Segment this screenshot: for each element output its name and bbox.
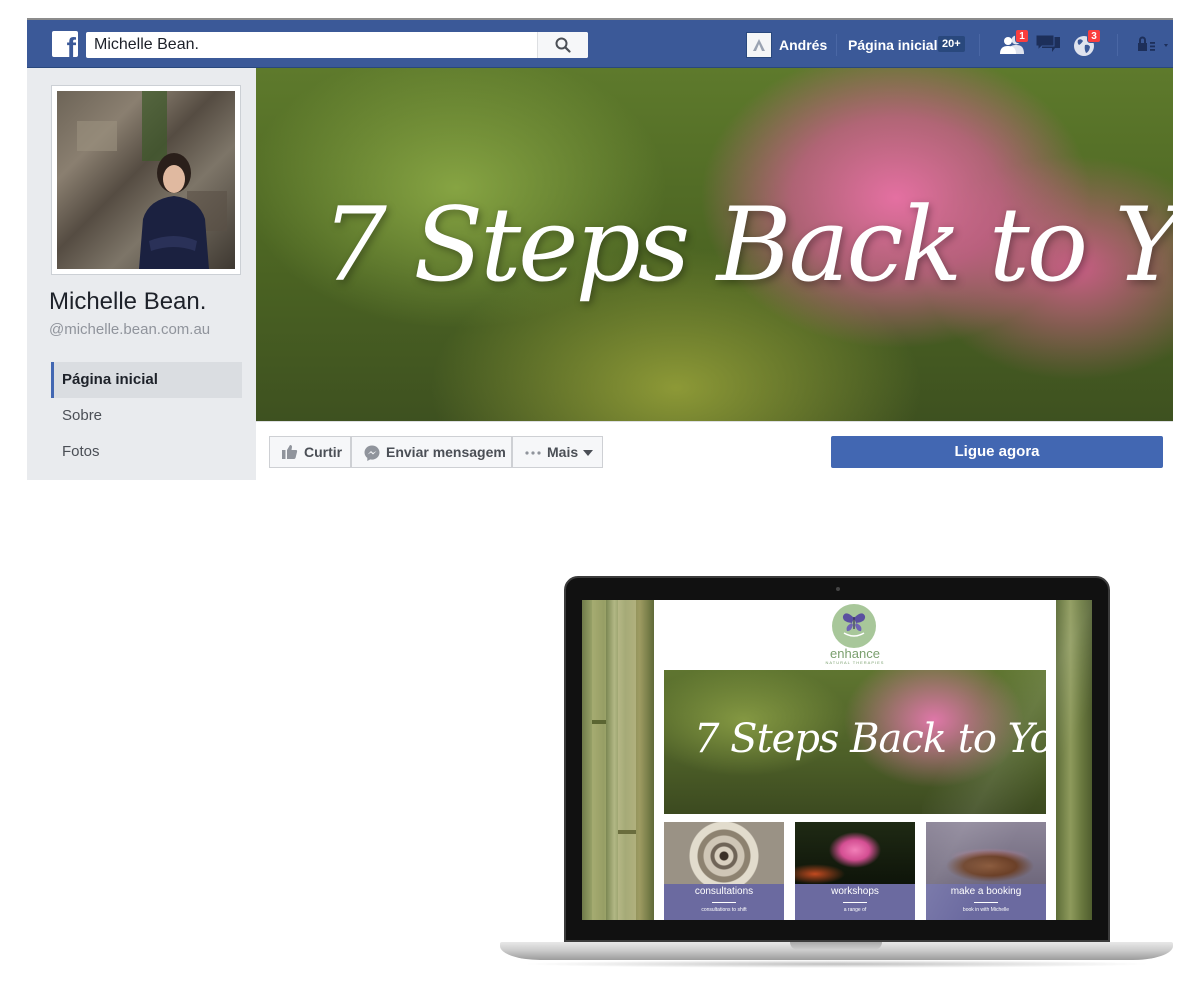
cover-photo[interactable]: 7 Steps Back to You bbox=[256, 68, 1173, 421]
website-card-make-a-booking[interactable]: make a booking book in with Michelle bbox=[926, 822, 1046, 920]
more-label: Mais bbox=[547, 444, 579, 460]
search-button[interactable] bbox=[537, 32, 588, 58]
camera-icon bbox=[836, 587, 840, 591]
butterfly-icon bbox=[842, 613, 866, 637]
more-dots-icon bbox=[525, 451, 541, 455]
home-link[interactable]: Página inicial bbox=[848, 37, 937, 53]
website-brand-tagline: NATURAL THERAPIES bbox=[825, 660, 885, 665]
notifications-badge: 3 bbox=[1087, 29, 1101, 43]
laptop-shadow bbox=[520, 960, 1153, 968]
friend-requests-badge: 1 bbox=[1015, 29, 1029, 43]
bamboo-background-right bbox=[1056, 600, 1092, 920]
home-count-badge: 20+ bbox=[938, 36, 965, 52]
person-photo-icon bbox=[77, 91, 227, 269]
like-label: Curtir bbox=[304, 444, 343, 460]
more-button[interactable]: Mais bbox=[512, 436, 603, 468]
laptop-screen: enhance NATURAL THERAPIES 7 Steps Back t… bbox=[582, 600, 1092, 920]
divider bbox=[979, 34, 980, 56]
laptop-base bbox=[500, 942, 1173, 960]
divider bbox=[1117, 34, 1118, 56]
divider bbox=[712, 902, 736, 903]
card-title: workshops bbox=[831, 886, 879, 897]
laptop-notch bbox=[790, 942, 882, 950]
website-hero-banner: 7 Steps Back to You bbox=[664, 670, 1046, 814]
card-title: make a booking bbox=[950, 886, 1022, 897]
search-box bbox=[86, 32, 588, 58]
left-sidebar: Michelle Bean. @michelle.bean.com.au Pág… bbox=[27, 68, 256, 480]
lock-icon bbox=[1138, 36, 1168, 51]
divider bbox=[974, 902, 998, 903]
card-description: book in with Michelle bbox=[962, 907, 1010, 913]
nav-item-about[interactable]: Sobre bbox=[51, 398, 242, 434]
notifications-button[interactable]: 3 bbox=[1072, 29, 1101, 58]
laptop-mockup: enhance NATURAL THERAPIES 7 Steps Back t… bbox=[500, 576, 1173, 972]
card-title: consultations bbox=[694, 886, 754, 897]
messenger-icon bbox=[364, 445, 380, 461]
messages-button[interactable] bbox=[1034, 32, 1062, 58]
profile-photo bbox=[57, 91, 235, 269]
website-card-consultations[interactable]: consultations consultations to shift bbox=[664, 822, 784, 920]
profile-picture[interactable] bbox=[51, 85, 241, 275]
page-action-bar: Curtir Enviar mensagem Mais Ligue agora bbox=[256, 421, 1173, 480]
thumbs-up-icon bbox=[282, 445, 298, 459]
divider bbox=[836, 34, 837, 56]
search-input[interactable] bbox=[86, 32, 536, 58]
butterfly-logo-icon[interactable] bbox=[832, 604, 876, 648]
search-icon bbox=[555, 37, 571, 53]
page-name: Michelle Bean. bbox=[49, 288, 207, 315]
call-now-button[interactable]: Ligue agora bbox=[831, 436, 1163, 468]
bamboo-stalks-icon bbox=[592, 600, 636, 920]
facebook-page-screenshot: f Andrés Página inicial 20+ bbox=[27, 18, 1173, 480]
user-avatar-icon bbox=[753, 39, 765, 51]
website-preview: enhance NATURAL THERAPIES 7 Steps Back t… bbox=[654, 600, 1056, 920]
cover-title-text: 7 Steps Back to You bbox=[322, 186, 1173, 305]
herbs-bowl-image bbox=[926, 822, 1046, 884]
nav-item-photos[interactable]: Fotos bbox=[51, 434, 242, 470]
send-message-button[interactable]: Enviar mensagem bbox=[351, 436, 512, 468]
user-name-link[interactable]: Andrés bbox=[779, 37, 827, 53]
send-message-label: Enviar mensagem bbox=[386, 444, 506, 460]
bamboo-background-left bbox=[582, 600, 654, 920]
nav-item-home[interactable]: Página inicial bbox=[51, 362, 242, 398]
messages-icon bbox=[1035, 34, 1060, 52]
stones-image bbox=[664, 822, 784, 884]
lotus-image bbox=[795, 822, 915, 884]
website-brand-name: enhance bbox=[830, 646, 880, 661]
caret-down-icon bbox=[583, 450, 593, 456]
like-button[interactable]: Curtir bbox=[269, 436, 351, 468]
page-username[interactable]: @michelle.bean.com.au bbox=[49, 321, 210, 338]
card-description: a range of bbox=[843, 907, 867, 913]
laptop-lid: enhance NATURAL THERAPIES 7 Steps Back t… bbox=[564, 576, 1110, 942]
facebook-logo-icon[interactable]: f bbox=[52, 31, 78, 57]
privacy-shortcuts-button[interactable] bbox=[1135, 32, 1168, 58]
card-description: consultations to shift bbox=[701, 907, 747, 913]
top-navigation-bar: f Andrés Página inicial 20+ bbox=[27, 20, 1173, 68]
website-card-workshops[interactable]: workshops a range of bbox=[795, 822, 915, 920]
divider bbox=[843, 902, 867, 903]
user-avatar[interactable] bbox=[746, 32, 772, 58]
friend-requests-button[interactable]: 1 bbox=[999, 29, 1029, 58]
website-hero-title: 7 Steps Back to You bbox=[694, 716, 1046, 762]
